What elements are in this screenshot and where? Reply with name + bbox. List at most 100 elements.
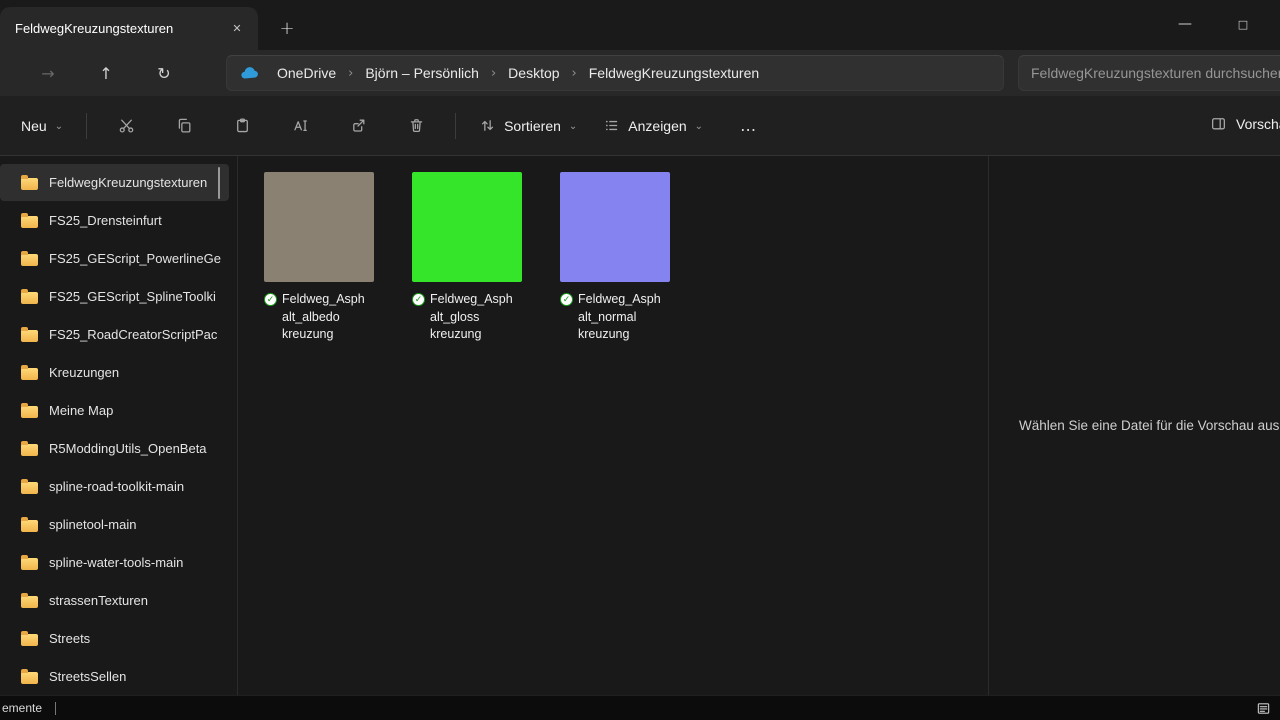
- folder-icon: [21, 368, 38, 380]
- folder-icon: [21, 292, 38, 304]
- file-item[interactable]: ✓ Feldweg_Asph alt_gloss kreuzung: [412, 172, 524, 344]
- breadcrumb-item[interactable]: FeldwegKreuzungstexturen: [582, 61, 766, 85]
- folder-icon: [21, 444, 38, 456]
- file-item[interactable]: ✓ Feldweg_Asph alt_normal kreuzung: [560, 172, 672, 344]
- view-button[interactable]: Anzeigen ⌄: [590, 108, 716, 143]
- tab-close-icon[interactable]: ✕: [224, 16, 250, 42]
- share-button[interactable]: [338, 106, 378, 146]
- folder-icon: [21, 558, 38, 570]
- sidebar-item[interactable]: FS25_GEScript_SplineToolki: [0, 278, 229, 315]
- minimize-button[interactable]: —: [1162, 0, 1208, 48]
- sidebar-item[interactable]: splinetool-main: [0, 506, 229, 543]
- toolbar-divider: [455, 113, 456, 139]
- delete-button[interactable]: [396, 106, 436, 146]
- folder-icon: [21, 254, 38, 266]
- explorer-tab[interactable]: FeldwegKreuzungstexturen ✕: [0, 7, 258, 50]
- sync-status-icon: ✓: [412, 293, 425, 306]
- sidebar-item[interactable]: spline-water-tools-main: [0, 544, 229, 581]
- folder-icon: [21, 178, 38, 190]
- sidebar-item[interactable]: FeldwegKreuzungstexturen: [0, 164, 229, 201]
- sort-icon: [479, 117, 496, 134]
- paste-icon: [234, 117, 251, 134]
- file-thumbnail: [412, 172, 522, 282]
- rename-button[interactable]: [280, 106, 320, 146]
- sidebar-item[interactable]: StreetsSellen: [0, 658, 229, 695]
- list-view-icon: [1256, 701, 1271, 716]
- preview-toggle-label: Vorschau: [1236, 116, 1280, 132]
- folder-icon: [21, 634, 38, 646]
- new-button[interactable]: Neu ⌄: [8, 109, 76, 143]
- sort-button-label: Sortieren: [504, 118, 561, 134]
- folder-icon: [21, 482, 38, 494]
- sidebar-item[interactable]: FS25_Drensteinfurt: [0, 202, 229, 239]
- content-area: FeldwegKreuzungstexturen FS25_Drensteinf…: [0, 156, 1280, 695]
- file-list: ✓ Feldweg_Asph alt_albedo kreuzung ✓ Fel…: [238, 156, 988, 695]
- search-input[interactable]: [1031, 65, 1280, 81]
- maximize-button[interactable]: □: [1220, 0, 1266, 48]
- breadcrumb-item[interactable]: OneDrive: [270, 61, 343, 85]
- copy-icon: [176, 117, 193, 134]
- file-thumbnail: [264, 172, 374, 282]
- statusbar-divider: [55, 702, 56, 715]
- folder-icon: [21, 596, 38, 608]
- chevron-down-icon: ⌄: [55, 121, 63, 132]
- breadcrumb-item[interactable]: Desktop: [501, 61, 566, 85]
- chevron-down-icon: ⌄: [695, 121, 703, 132]
- view-icon: [603, 117, 620, 134]
- file-thumbnail: [560, 172, 670, 282]
- sync-status-icon: ✓: [264, 293, 277, 306]
- sidebar-item[interactable]: FS25_RoadCreatorScriptPac: [0, 316, 229, 353]
- sidebar-item[interactable]: R5ModdingUtils_OpenBeta: [0, 430, 229, 467]
- status-bar: emente: [0, 695, 1280, 720]
- sort-button[interactable]: Sortieren ⌄: [466, 108, 590, 143]
- command-bar: Neu ⌄: [0, 96, 1280, 156]
- up-icon[interactable]: ↑: [88, 56, 124, 90]
- folder-icon: [21, 216, 38, 228]
- details-view-toggle[interactable]: [1256, 701, 1271, 716]
- sidebar-item[interactable]: FS25_GEScript_PowerlineGe: [0, 240, 229, 277]
- scissors-icon: [118, 117, 135, 134]
- navigation-bar: → ↑ ↻ OneDrive › Björn – Persönlich › De…: [0, 50, 1280, 96]
- sidebar-item[interactable]: Meine Map: [0, 392, 229, 429]
- sidebar-item[interactable]: spline-road-toolkit-main: [0, 468, 229, 505]
- forward-icon[interactable]: →: [30, 56, 66, 90]
- new-tab-button[interactable]: +: [272, 13, 302, 43]
- search-box: [1018, 55, 1280, 91]
- file-name: Feldweg_Asph alt_normal kreuzung: [578, 291, 661, 344]
- tab-title: FeldwegKreuzungstexturen: [15, 21, 224, 36]
- folder-icon: [21, 330, 38, 342]
- folder-icon: [21, 520, 38, 532]
- share-icon: [350, 117, 367, 134]
- toolbar-divider: [86, 113, 87, 139]
- refresh-icon[interactable]: ↻: [146, 56, 182, 90]
- folder-icon: [21, 672, 38, 684]
- breadcrumb[interactable]: OneDrive › Björn – Persönlich › Desktop …: [226, 55, 1004, 91]
- copy-button[interactable]: [164, 106, 204, 146]
- preview-placeholder-text: Wählen Sie eine Datei für die Vorschau a…: [989, 418, 1280, 433]
- rename-icon: [292, 117, 309, 134]
- chevron-right-icon: ›: [486, 66, 501, 81]
- new-button-label: Neu: [21, 118, 47, 134]
- sync-status-icon: ✓: [560, 293, 573, 306]
- navigation-pane: FeldwegKreuzungstexturen FS25_Drensteinf…: [0, 156, 238, 695]
- preview-pane-icon: [1210, 115, 1227, 132]
- sidebar-item[interactable]: Kreuzungen: [0, 354, 229, 391]
- file-explorer-window: FeldwegKreuzungstexturen ✕ + — □ → ↑ ↻ O…: [0, 0, 1280, 720]
- sidebar-scrollbar[interactable]: [218, 167, 220, 199]
- file-item[interactable]: ✓ Feldweg_Asph alt_albedo kreuzung: [264, 172, 376, 344]
- file-name: Feldweg_Asph alt_albedo kreuzung: [282, 291, 365, 344]
- more-options-button[interactable]: …: [730, 108, 766, 144]
- chevron-right-icon: ›: [343, 66, 358, 81]
- onedrive-icon: [239, 65, 261, 81]
- preview-pane: Wählen Sie eine Datei für die Vorschau a…: [988, 156, 1280, 695]
- cut-button[interactable]: [106, 106, 146, 146]
- sidebar-item[interactable]: Streets: [0, 620, 229, 657]
- view-button-label: Anzeigen: [628, 118, 686, 134]
- sidebar-item[interactable]: strassenTexturen: [0, 582, 229, 619]
- breadcrumb-item[interactable]: Björn – Persönlich: [358, 61, 486, 85]
- chevron-right-icon: ›: [567, 66, 582, 81]
- title-bar: FeldwegKreuzungstexturen ✕ + — □: [0, 0, 1280, 50]
- preview-toggle-button[interactable]: Vorschau: [1206, 107, 1280, 140]
- trash-icon: [408, 117, 425, 134]
- paste-button[interactable]: [222, 106, 262, 146]
